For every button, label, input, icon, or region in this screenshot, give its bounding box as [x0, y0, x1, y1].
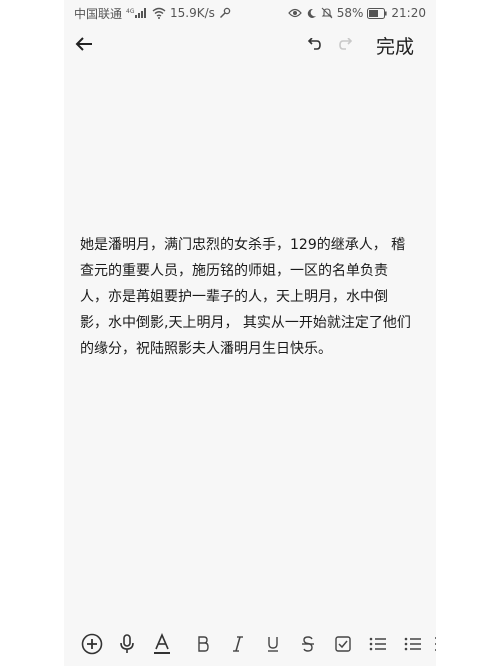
- eye-icon: [287, 8, 302, 18]
- note-line: 人，亦是苒姐要护一辈子的人，天上明月，水中倒: [80, 289, 388, 305]
- checkbox-icon: [334, 636, 351, 656]
- underline-icon: [266, 635, 280, 657]
- underline-button[interactable]: [255, 630, 290, 662]
- numbered-list-icon: [369, 636, 387, 656]
- bold-button[interactable]: [185, 630, 220, 662]
- more-button[interactable]: [430, 630, 436, 662]
- note-line: 她是潘明月，满门忠烈的女杀手，129的继承人， 稽: [80, 237, 406, 253]
- signal-icon: 4G: [126, 7, 148, 19]
- editor-header: 完成: [64, 26, 436, 66]
- battery-percent: 58%: [336, 6, 364, 20]
- bullet-list-button[interactable]: [395, 630, 430, 662]
- strikethrough-icon: [301, 635, 315, 657]
- carrier-label: 中国联通: [74, 6, 123, 21]
- svg-text:4G: 4G: [126, 8, 135, 15]
- insert-button[interactable]: [74, 630, 109, 662]
- network-speed: 15.9K/s: [170, 6, 215, 20]
- moon-icon: [306, 8, 317, 19]
- arrow-left-icon: [75, 36, 93, 56]
- status-bar: 中国联通 4G 15.9K/s 58% 21:20: [64, 0, 436, 26]
- more-icon: [433, 636, 436, 656]
- note-body[interactable]: 她是潘明月，满门忠烈的女杀手，129的继承人， 稽 查元的重要人员，施历铭的师姐…: [80, 232, 424, 362]
- undo-button[interactable]: [300, 33, 326, 59]
- redo-icon: [339, 36, 355, 56]
- done-button[interactable]: 完成: [376, 32, 414, 59]
- battery-icon: [367, 7, 388, 19]
- text-color-icon: [153, 632, 171, 659]
- mute-bell-icon: [321, 7, 333, 19]
- undo-icon: [305, 36, 321, 56]
- phone-screen: 中国联通 4G 15.9K/s 58% 21:20 完成 她是潘明月，满门忠烈的…: [64, 0, 436, 666]
- plus-circle-icon: [81, 633, 103, 659]
- font-color-button[interactable]: [144, 630, 179, 662]
- checkbox-button[interactable]: [325, 630, 360, 662]
- clock-time: 21:20: [391, 6, 426, 20]
- numbered-list-button[interactable]: [360, 630, 395, 662]
- note-line: 查元的重要人员，施历铭的师姐，一区的名单负责: [80, 263, 388, 279]
- status-right: 58% 21:20: [287, 6, 426, 20]
- format-toolbar: [64, 626, 436, 666]
- bold-icon: [196, 635, 210, 657]
- wifi-icon: [152, 7, 166, 19]
- strikethrough-button[interactable]: [290, 630, 325, 662]
- back-button[interactable]: [70, 32, 98, 60]
- key-icon: [219, 7, 231, 19]
- note-line: 的缘分，祝陆照影夫人潘明月生日快乐。: [80, 341, 332, 357]
- microphone-icon: [119, 633, 135, 659]
- redo-button[interactable]: [334, 33, 360, 59]
- note-line: 影，水中倒影,天上明月， 其实从一开始就注定了他们: [80, 315, 411, 331]
- bullet-list-icon: [404, 636, 422, 656]
- status-left: 中国联通 4G 15.9K/s: [74, 5, 231, 22]
- voice-button[interactable]: [109, 630, 144, 662]
- italic-icon: [232, 635, 244, 657]
- italic-button[interactable]: [220, 630, 255, 662]
